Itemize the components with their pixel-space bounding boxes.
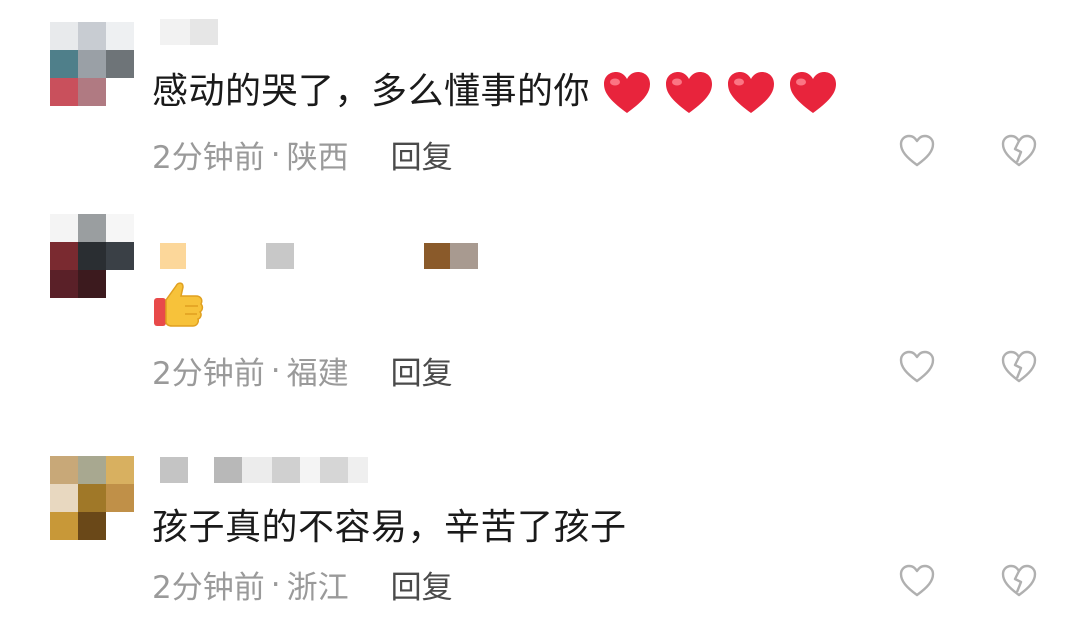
comment-text-content: 孩子真的不容易，辛苦了孩子 — [152, 507, 627, 548]
meta-separator: · — [270, 136, 281, 173]
reply-button[interactable]: 回复 — [391, 132, 453, 177]
comment-time: 2分钟前 — [152, 570, 265, 606]
comment-location: 福建 — [286, 356, 349, 392]
avatar[interactable] — [50, 456, 134, 540]
meta-separator: · — [270, 352, 281, 389]
avatar[interactable] — [50, 214, 134, 298]
comment-text: 孩子真的不容易，辛苦了孩子 — [152, 498, 627, 550]
broken-heart-outline-icon[interactable] — [1000, 348, 1038, 386]
heart-emoji-icon — [603, 72, 650, 113]
heart-emoji-group — [602, 71, 838, 113]
username-blurred[interactable] — [160, 18, 218, 46]
comment-text: 感动的哭了，多么懂事的你 — [152, 62, 838, 116]
comment-text — [152, 278, 206, 330]
comment-location: 浙江 — [286, 570, 349, 606]
heart-emoji-icon — [789, 72, 836, 113]
comment-text-content: 感动的哭了，多么懂事的你 — [152, 71, 591, 112]
avatar[interactable] — [50, 22, 134, 106]
username-blurred[interactable] — [160, 456, 368, 484]
broken-heart-outline-icon[interactable] — [1000, 562, 1038, 600]
reply-button[interactable]: 回复 — [391, 348, 453, 393]
comment-time: 2分钟前 — [152, 356, 265, 392]
heart-outline-icon[interactable] — [898, 348, 936, 386]
broken-heart-outline-icon[interactable] — [1000, 132, 1038, 170]
thumbs-up-emoji-icon — [154, 282, 204, 327]
comment-meta: 2分钟前 · 浙江 回复 — [152, 562, 453, 607]
comment-location: 陕西 — [286, 140, 349, 176]
comment-time: 2分钟前 — [152, 140, 265, 176]
comment-meta: 2分钟前 · 陕西 回复 — [152, 132, 453, 177]
heart-emoji-icon — [665, 72, 712, 113]
heart-outline-icon[interactable] — [898, 132, 936, 170]
reply-button[interactable]: 回复 — [391, 562, 453, 607]
heart-outline-icon[interactable] — [898, 562, 936, 600]
comment-meta: 2分钟前 · 福建 回复 — [152, 348, 453, 393]
heart-emoji-icon — [727, 72, 774, 113]
meta-separator: · — [270, 566, 281, 603]
username-blurred[interactable] — [160, 242, 478, 270]
